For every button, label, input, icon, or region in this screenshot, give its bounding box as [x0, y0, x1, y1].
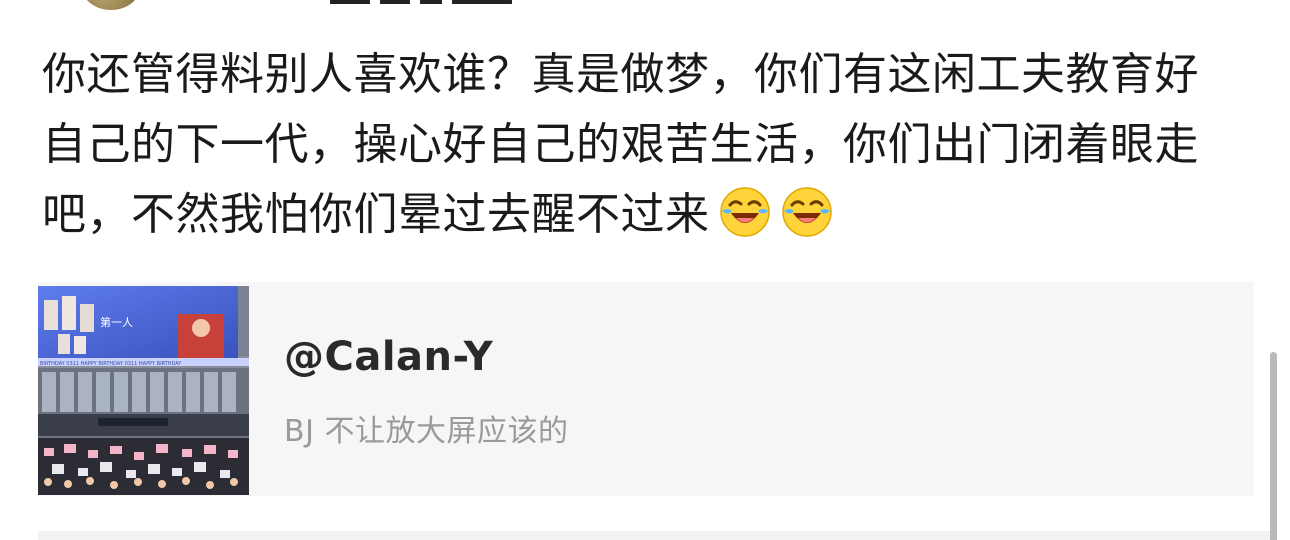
scrollbar[interactable] — [1270, 352, 1277, 540]
avatar[interactable] — [80, 0, 142, 10]
laughing-crying-emoji-icon — [718, 185, 772, 239]
post-text: 你还管得料别人喜欢谁？真是做梦，你们有这闲工夫教育好自己的下一代，操心好自己的艰… — [42, 49, 1199, 240]
quoted-author[interactable]: @Calan-Y — [284, 334, 493, 380]
screen-caption-text: 第一人 — [100, 315, 133, 329]
weibo-comment-screen: 你还管得料别人喜欢谁？真是做梦，你们有这闲工夫教育好自己的下一代，操心好自己的艰… — [0, 0, 1290, 540]
post-body: 你还管得料别人喜欢谁？真是做梦，你们有这闲工夫教育好自己的下一代，操心好自己的艰… — [42, 40, 1242, 250]
banner-text: BIRTHDAY 0311 HAPPY BIRTHDAY 0311 HAPPY … — [40, 361, 182, 367]
quoted-post-card[interactable]: 第一人 BIRTHDAY 0311 HAPPY BIRTHDAY 0311 HA… — [38, 282, 1254, 496]
quoted-post-thumbnail[interactable]: 第一人 BIRTHDAY 0311 HAPPY BIRTHDAY 0311 HA… — [38, 286, 249, 495]
quoted-snippet: BJ 不让放大屏应该的 — [284, 414, 569, 449]
divider — [38, 531, 1270, 540]
laughing-crying-emoji-icon — [780, 185, 834, 239]
username-cutoff — [330, 0, 630, 4]
